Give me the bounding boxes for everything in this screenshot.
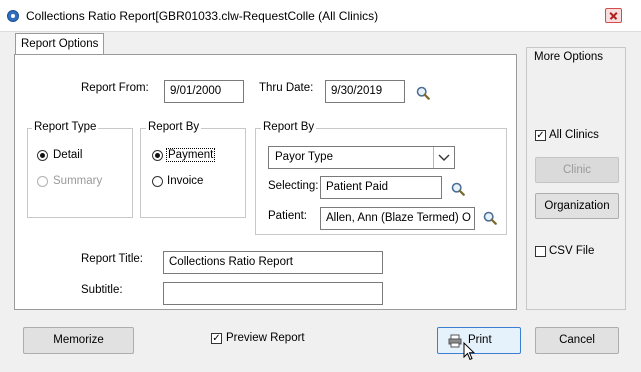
tab-report-options[interactable]: Report Options xyxy=(15,33,105,55)
report-title-input[interactable]: Collections Ratio Report xyxy=(163,251,383,274)
organization-button-label: Organization xyxy=(544,200,610,212)
close-button[interactable] xyxy=(605,8,622,23)
window-title: Collections Ratio Report[GBR01033.clw-Re… xyxy=(26,9,379,23)
all-clinics-checkbox[interactable]: ✓ xyxy=(535,130,546,141)
summary-label: Summary xyxy=(53,175,103,187)
report-title-label: Report Title: xyxy=(81,253,143,265)
report-from-input[interactable]: 9/01/2000 xyxy=(164,80,244,103)
cancel-button-label: Cancel xyxy=(559,334,595,346)
csv-file-label: CSV File xyxy=(549,245,595,257)
report-by-group xyxy=(140,128,246,218)
thru-date-label: Thru Date: xyxy=(259,82,314,94)
report-type-group xyxy=(27,128,133,218)
report-by-title: Report By xyxy=(146,121,202,133)
memorize-button-label: Memorize xyxy=(53,334,104,346)
csv-file-checkbox[interactable] xyxy=(535,246,546,257)
report-from-label: Report From: xyxy=(81,82,149,94)
patient-search-icon[interactable] xyxy=(483,211,497,225)
payment-radio[interactable] xyxy=(152,150,163,161)
payor-type-value: Payor Type xyxy=(275,151,333,163)
report-type-title: Report Type xyxy=(32,121,99,133)
memorize-button[interactable]: Memorize xyxy=(23,327,134,354)
cancel-button[interactable]: Cancel xyxy=(535,327,619,354)
clinic-button-label: Clinic xyxy=(562,164,592,176)
chevron-down-icon[interactable] xyxy=(433,147,454,168)
report-by-filter-title: Report By xyxy=(261,121,317,133)
all-clinics-label: All Clinics xyxy=(549,129,599,141)
subtitle-label: Subtitle: xyxy=(81,284,123,296)
printer-icon xyxy=(448,334,462,348)
more-options-title: More Options xyxy=(532,51,606,63)
selecting-label: Selecting: xyxy=(268,180,319,192)
payor-type-select[interactable]: Payor Type xyxy=(268,146,455,169)
patient-label: Patient: xyxy=(268,210,307,222)
preview-report-checkbox[interactable]: ✓ xyxy=(211,333,222,344)
patient-input[interactable]: Allen, Ann (Blaze Termed) O xyxy=(320,207,475,230)
clinic-button: Clinic xyxy=(535,157,619,183)
invoice-radio[interactable] xyxy=(152,176,163,187)
invoice-label: Invoice xyxy=(167,175,204,187)
title-bar[interactable]: Collections Ratio Report[GBR01033.clw-Re… xyxy=(0,0,641,32)
mouse-cursor-icon xyxy=(463,342,475,361)
app-icon xyxy=(7,10,19,22)
search-icon[interactable] xyxy=(416,86,430,100)
detail-label: Detail xyxy=(53,149,83,161)
thru-date-input[interactable]: 9/30/2019 xyxy=(325,80,405,103)
print-button[interactable]: Print xyxy=(437,327,521,354)
subtitle-input[interactable] xyxy=(163,282,383,305)
summary-radio xyxy=(37,176,48,187)
detail-radio[interactable] xyxy=(37,150,48,161)
payment-label: Payment xyxy=(166,148,216,162)
preview-report-label: Preview Report xyxy=(226,332,305,344)
tab-label: Report Options xyxy=(21,38,99,50)
selecting-input[interactable]: Patient Paid xyxy=(320,176,442,199)
organization-button[interactable]: Organization xyxy=(535,193,619,219)
selecting-search-icon[interactable] xyxy=(451,182,465,196)
